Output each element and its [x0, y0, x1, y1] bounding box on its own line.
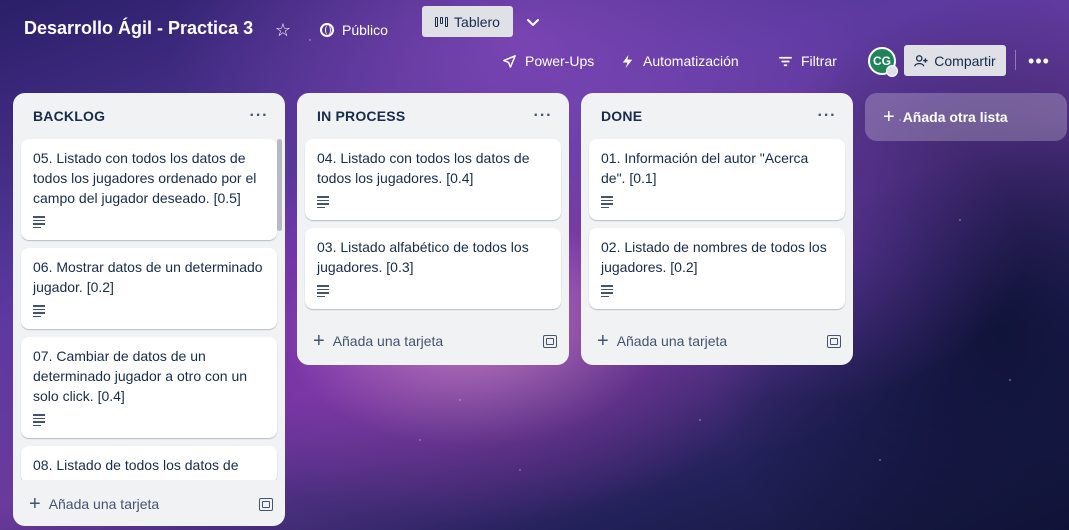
card-container: 05. Listado con todos los datos de todos… [13, 139, 285, 480]
list-menu-icon[interactable]: ··· [529, 107, 557, 125]
card-title: 07. Cambiar de datos de un determinado j… [33, 348, 248, 404]
chevron-down-icon[interactable] [520, 10, 546, 34]
card-template-icon[interactable] [827, 334, 841, 348]
add-list-button[interactable]: + Añada otra lista [865, 93, 1067, 141]
list-footer: + Añada una tarjeta [581, 317, 853, 365]
powerups-button[interactable]: Power-Ups [502, 48, 594, 74]
list-footer: + Añada una tarjeta [297, 317, 569, 365]
add-card-label: Añada una tarjeta [48, 496, 160, 512]
automation-button[interactable]: Automatización [620, 48, 739, 74]
card-title: 02. Listado de nombres de todos los juga… [601, 239, 827, 275]
list-header: BACKLOG ··· [13, 93, 285, 139]
description-icon [317, 196, 333, 212]
visibility-label: Público [342, 22, 388, 38]
card-title: 01. Información del autor "Acerca de". [… [601, 150, 809, 186]
card[interactable]: 03. Listado alfabético de todos los juga… [305, 228, 561, 309]
card-title: 06. Mostrar datos de un determinado juga… [33, 259, 263, 295]
filter-icon [779, 56, 792, 66]
filter-label: Filtrar [801, 53, 837, 69]
list-footer: + Añada una tarjeta [13, 480, 285, 526]
card[interactable]: 06. Mostrar datos de un determinado juga… [21, 248, 277, 329]
card-container: 01. Información del autor "Acerca de". [… [581, 139, 853, 309]
rocket-icon [503, 54, 516, 68]
filter-button[interactable]: Filtrar [778, 48, 837, 74]
avatar[interactable]: CG [868, 47, 898, 77]
powerups-label: Power-Ups [525, 53, 595, 69]
automation-label: Automatización [643, 53, 739, 69]
board-header: Desarrollo Ágil - Practica 3 ☆ Público T… [0, 0, 1069, 88]
list-title[interactable]: DONE [601, 108, 642, 124]
card-title: 03. Listado alfabético de todos los juga… [317, 239, 529, 275]
card-title: 05. Listado con todos los datos de todos… [33, 150, 257, 206]
list-menu-icon[interactable]: ··· [245, 107, 273, 125]
board-title[interactable]: Desarrollo Ágil - Practica 3 [24, 18, 253, 39]
description-icon [601, 285, 617, 301]
add-card-button[interactable]: + Añada una tarjeta [597, 330, 728, 352]
admin-badge-icon [886, 65, 898, 77]
plus-icon: + [883, 106, 895, 128]
description-icon [33, 414, 49, 430]
add-card-label: Añada una tarjeta [332, 333, 444, 349]
card[interactable]: 04. Listado con todos los datos de todos… [305, 139, 561, 220]
add-card-button[interactable]: + Añada una tarjeta [29, 493, 160, 515]
card-title: 08. Listado de todos los datos de [33, 457, 239, 473]
list-title[interactable]: BACKLOG [33, 108, 105, 124]
visibility-button[interactable]: Público [320, 18, 388, 42]
description-icon [317, 285, 333, 301]
star-icon[interactable]: ☆ [270, 17, 296, 43]
card[interactable]: 05. Listado con todos los datos de todos… [21, 139, 277, 240]
plus-icon: + [29, 493, 41, 515]
scrollbar[interactable] [277, 139, 282, 231]
list-header: IN PROCESS ··· [297, 93, 569, 139]
plus-icon: + [597, 330, 609, 352]
board-icon [435, 16, 449, 27]
add-list-label: Añada otra lista [902, 109, 1008, 125]
globe-icon [320, 23, 334, 37]
description-icon [33, 305, 49, 321]
card-template-icon[interactable] [259, 497, 273, 511]
share-label: Compartir [934, 52, 996, 69]
board-view-tab[interactable]: Tablero [422, 6, 513, 37]
card[interactable]: 07. Cambiar de datos de un determinado j… [21, 337, 277, 438]
description-icon [33, 216, 49, 232]
list-header: DONE ··· [581, 93, 853, 139]
add-card-button[interactable]: + Añada una tarjeta [313, 330, 444, 352]
lightning-icon [622, 54, 633, 68]
list-done: DONE ··· 01. Información del autor "Acer… [581, 93, 853, 365]
plus-icon: + [313, 330, 325, 352]
card-container: 04. Listado con todos los datos de todos… [297, 139, 569, 309]
share-button[interactable]: Compartir [904, 45, 1006, 76]
list-menu-icon[interactable]: ··· [813, 107, 841, 125]
add-card-label: Añada una tarjeta [616, 333, 728, 349]
card-template-icon[interactable] [543, 334, 557, 348]
list-title[interactable]: IN PROCESS [317, 108, 405, 124]
description-icon [601, 196, 617, 212]
list-backlog: BACKLOG ··· 05. Listado con todos los da… [13, 93, 285, 526]
more-options-icon[interactable]: ••• [1026, 48, 1052, 74]
card[interactable]: 02. Listado de nombres de todos los juga… [589, 228, 845, 309]
add-person-icon [914, 54, 928, 66]
card[interactable]: 08. Listado de todos los datos de [21, 446, 277, 480]
card-title: 04. Listado con todos los datos de todos… [317, 150, 530, 186]
header-divider [1015, 50, 1016, 70]
view-tab-label: Tablero [454, 13, 500, 30]
card[interactable]: 01. Información del autor "Acerca de". [… [589, 139, 845, 220]
list-in-process: IN PROCESS ··· 04. Listado con todos los… [297, 93, 569, 365]
